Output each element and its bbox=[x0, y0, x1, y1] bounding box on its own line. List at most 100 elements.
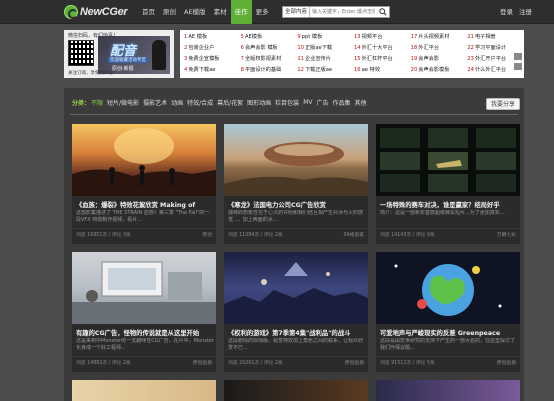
ad-link[interactable]: 5AE模板 bbox=[241, 32, 298, 43]
card-meta: 浏览 91512次 / 评论 5条 原创画报 bbox=[376, 356, 520, 366]
search-icon[interactable] bbox=[377, 7, 389, 17]
ad-link[interactable]: 21电子相册 bbox=[467, 32, 524, 43]
ad-link[interactable]: 8平面设计的基础 bbox=[241, 65, 298, 76]
search-scope-select[interactable]: 全部内容 bbox=[283, 7, 311, 17]
ad-link[interactable]: 9ppt 模板 bbox=[297, 32, 354, 43]
card-author[interactable]: 原创画报 bbox=[345, 359, 364, 366]
card-stats: 浏览 20291次 / 评论 2条 bbox=[228, 361, 283, 366]
card[interactable]: 一场特殊的赛车对决，谁是赢家？结局好乎 简介：这是一部新年首款超级赛车短片...… bbox=[376, 124, 520, 244]
card-desc: 这段是由宏世研究的支持下产生的一部大名的，在这里探讨了我们环保议题... bbox=[380, 338, 516, 351]
card-title: 一场特殊的赛车对决，谁是赢家？结局好乎 bbox=[380, 202, 500, 209]
ad-link[interactable]: 18外汇平台 bbox=[411, 43, 468, 54]
ad-link-grid: 1AE 模板 5AE模板 9ppt 模板 13视频平台 17片头视频素材 21电… bbox=[180, 30, 524, 78]
ad-link[interactable]: 1AE 模板 bbox=[184, 32, 241, 43]
card[interactable]: 《血族：爆裂》特效花絮欣赏 Making of 这部影集描述了 THE STRA… bbox=[72, 124, 216, 244]
card-stats: 浏览 16951次 / 评论 3条 bbox=[76, 233, 131, 238]
main-nav: 首页 原创 AE模版 素材 佳作 更多 bbox=[138, 0, 273, 24]
card[interactable] bbox=[376, 380, 520, 401]
card-desc: 简介：这是一部新年首款超级赛车短片...为了更加真实... bbox=[380, 210, 505, 216]
top-nav-bar: NewCGer 首页 原创 AE模版 素材 佳作 更多 全部内容 登录 注册 bbox=[0, 0, 554, 24]
card-author[interactable]: 原创 bbox=[202, 231, 212, 238]
card-thumbnail bbox=[224, 124, 368, 196]
promo-subtitle: 欢迎收藏活动专区 bbox=[108, 57, 148, 63]
ad-link[interactable]: 7全版权影视素材 bbox=[241, 54, 298, 65]
category-motion-graphics[interactable]: 图形动画 bbox=[247, 98, 271, 107]
ad-link[interactable]: 13视频平台 bbox=[354, 32, 411, 43]
ad-link[interactable]: 19会声会影 bbox=[411, 54, 468, 65]
ad-link[interactable]: 10正版ae下载 bbox=[297, 43, 354, 54]
card-stats: 浏览 91512次 / 评论 5条 bbox=[380, 361, 435, 366]
card-thumbnail bbox=[72, 380, 216, 401]
card[interactable]: 可爱地声与严峻现实的反差 Greenpeace 这段是由宏世研究的支持下产生的一… bbox=[376, 252, 520, 372]
category-packaging[interactable]: 栏目包装 bbox=[275, 98, 299, 107]
card-author[interactable]: 原创画报 bbox=[193, 359, 212, 366]
card-desc: 这是来到中Monster的一支趣味性CG广告，在片中，Monster化身成一个好… bbox=[76, 338, 214, 351]
nav-item-original[interactable]: 原创 bbox=[159, 0, 180, 24]
category-ads[interactable]: 广告 bbox=[316, 98, 328, 107]
promo-banner[interactable]: 微信扫码，有们惊喜！ 配音 欢迎收藏活动专区 原创·新报 关注订阅，享免费体验！ bbox=[64, 30, 174, 78]
card-title: 有趣的CG广告，怪物的传说就是从这里开始 bbox=[76, 330, 200, 337]
category-mv[interactable]: MV bbox=[303, 99, 312, 106]
category-filter: 分类： 不限 短片/微电影 摄影艺术 动画 特效/合成 幕后/花絮 图形动画 栏… bbox=[72, 96, 371, 108]
nav-item-ae-templates[interactable]: AE模版 bbox=[180, 0, 210, 24]
category-all[interactable]: 不限 bbox=[91, 98, 103, 107]
card-title: 《寒龙》法国电力公司CG广告欣赏 bbox=[228, 202, 326, 209]
promo-figure bbox=[152, 40, 166, 70]
ad-link[interactable]: 12下载正版ae bbox=[297, 65, 354, 76]
logo-text: NewCGer bbox=[80, 6, 128, 18]
scroll-up-icon[interactable] bbox=[514, 53, 522, 60]
card[interactable]: 《寒龙》法国电力公司CG广告欣赏 独特的想象性在于心灵的许纷和我们结互相产生对冰… bbox=[224, 124, 368, 244]
category-short-film[interactable]: 短片/微电影 bbox=[107, 98, 139, 107]
card-thumbnail bbox=[224, 252, 368, 324]
ad-link[interactable]: 14外汇十大平台 bbox=[354, 43, 411, 54]
nav-item-materials[interactable]: 素材 bbox=[210, 0, 231, 24]
card-title: 《权利的游戏》第7季第4集"战利品"的战斗 bbox=[228, 330, 351, 337]
register-link[interactable]: 注册 bbox=[519, 0, 532, 24]
card[interactable]: 《权利的游戏》第7季第4集"战利品"的战斗 这段剧情的现场版，视觉特效加上角色之… bbox=[224, 252, 368, 372]
category-reel[interactable]: 作品集 bbox=[332, 98, 350, 107]
card-stats: 浏览 14882次 / 评论 2条 bbox=[76, 361, 131, 366]
card-stats: 浏览 14143次 / 评论 9条 bbox=[380, 233, 435, 238]
nav-item-masterpieces[interactable]: 佳作 bbox=[230, 0, 252, 24]
site-logo[interactable]: NewCGer bbox=[64, 4, 128, 20]
content-area: 分类： 不限 短片/微电影 摄影艺术 动画 特效/合成 幕后/花絮 图形动画 栏… bbox=[64, 88, 524, 401]
category-animation[interactable]: 动画 bbox=[171, 98, 183, 107]
card-meta: 浏览 11084次 / 评论 2条 99格窗家 bbox=[224, 228, 368, 238]
card-thumbnail bbox=[72, 252, 216, 324]
promo-image: 配音 欢迎收藏活动专区 原创·新报 bbox=[98, 36, 170, 74]
ad-link[interactable]: 17片头视频素材 bbox=[411, 32, 468, 43]
card-author[interactable]: 万朝七彩 bbox=[497, 231, 516, 238]
ad-link[interactable]: 6会声会影 模板 bbox=[241, 43, 298, 54]
card-desc: 这段剧情的现场版，视觉特效加上角色之间的联系，让观众欣赏不已... bbox=[228, 338, 364, 351]
ad-link[interactable]: 3免费企宣模板 bbox=[184, 54, 241, 65]
nav-item-home[interactable]: 首页 bbox=[138, 0, 159, 24]
search-input[interactable] bbox=[310, 7, 377, 17]
card[interactable] bbox=[224, 380, 368, 401]
card[interactable]: 有趣的CG广告，怪物的传说就是从这里开始 这是来到中Monster的一支趣味性C… bbox=[72, 252, 216, 372]
ad-link[interactable]: 20会声会影模板 bbox=[411, 65, 468, 76]
search-box: 全部内容 bbox=[282, 6, 390, 18]
card-meta: 浏览 20291次 / 评论 2条 原创画报 bbox=[224, 356, 368, 366]
ad-link[interactable]: 2包装企业户 bbox=[184, 43, 241, 54]
login-link[interactable]: 登录 bbox=[500, 0, 513, 24]
card-meta: 浏览 16951次 / 评论 3条 原创 bbox=[72, 228, 216, 238]
card-desc: 这部影集描述了 THE STRAIN 血族》第三季 "The Fall"的一段V… bbox=[76, 210, 210, 223]
category-other[interactable]: 其他 bbox=[355, 98, 367, 107]
share-button[interactable]: 我要分享 bbox=[485, 98, 520, 110]
card-thumbnail bbox=[224, 380, 368, 401]
category-making-of[interactable]: 幕后/花絮 bbox=[217, 98, 243, 107]
category-vfx[interactable]: 特效/合成 bbox=[187, 98, 213, 107]
nav-item-more[interactable]: 更多 bbox=[252, 0, 273, 24]
account-links: 登录 注册 bbox=[500, 0, 532, 24]
scroll-down-icon[interactable] bbox=[514, 63, 522, 70]
ad-link[interactable]: 4免费下载ae bbox=[184, 65, 241, 76]
ad-link[interactable]: 15外汇杠杆平台 bbox=[354, 54, 411, 65]
ad-link[interactable]: 11企业宣传片 bbox=[297, 54, 354, 65]
logo-icon bbox=[64, 5, 78, 19]
category-photography[interactable]: 摄影艺术 bbox=[143, 98, 167, 107]
card[interactable] bbox=[72, 380, 216, 401]
card-author[interactable]: 原创画报 bbox=[497, 359, 516, 366]
card-meta: 浏览 14143次 / 评论 9条 万朝七彩 bbox=[376, 228, 520, 238]
card-author[interactable]: 99格窗家 bbox=[344, 231, 365, 238]
ad-link[interactable]: 16ae 特效 bbox=[354, 65, 411, 76]
